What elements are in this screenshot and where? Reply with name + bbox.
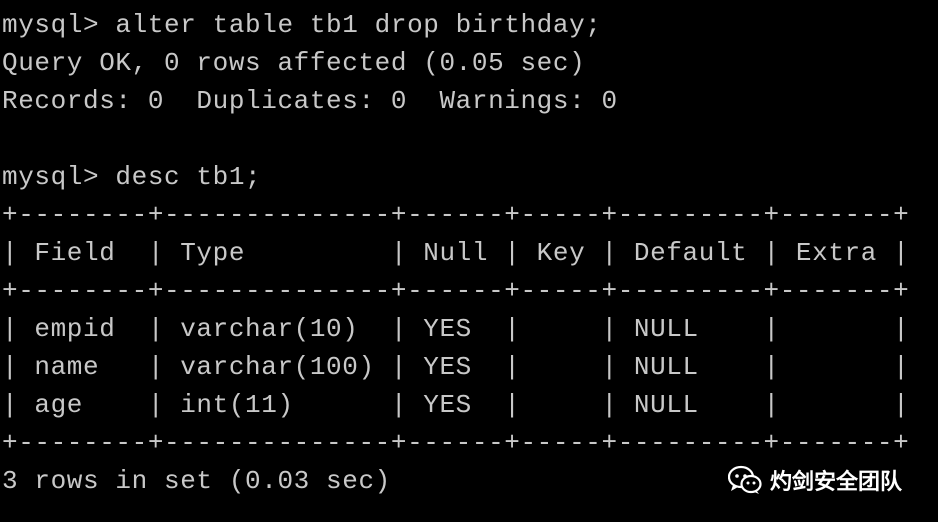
table-border-top: +--------+--------------+------+-----+--… (2, 200, 910, 230)
desc-result-summary: 3 rows in set (0.03 sec) (2, 466, 391, 496)
watermark-text: 灼剑安全团队 (770, 470, 903, 495)
alter-result-message: Query OK, 0 rows affected (0.05 sec) (2, 48, 586, 78)
table-row: | empid | varchar(10) | YES | | NULL | | (2, 314, 910, 344)
table-header-row: | Field | Type | Null | Key | Default | … (2, 238, 910, 268)
alter-result-records: Records: 0 Duplicates: 0 Warnings: 0 (2, 86, 618, 116)
table-row: | name | varchar(100) | YES | | NULL | | (2, 352, 910, 382)
table-border-bottom: +--------+--------------+------+-----+--… (2, 428, 910, 458)
table-row: | age | int(11) | YES | | NULL | | (2, 390, 910, 420)
command-desc-table: mysql> desc tb1; (2, 162, 262, 192)
table-border-header: +--------+--------------+------+-----+--… (2, 276, 910, 306)
wechat-icon (728, 465, 762, 494)
command-alter-table: mysql> alter table tb1 drop birthday; (2, 10, 602, 40)
terminal-window[interactable]: mysql> alter table tb1 drop birthday; Qu… (0, 0, 938, 522)
watermark: 灼剑安全团队 (728, 462, 902, 498)
